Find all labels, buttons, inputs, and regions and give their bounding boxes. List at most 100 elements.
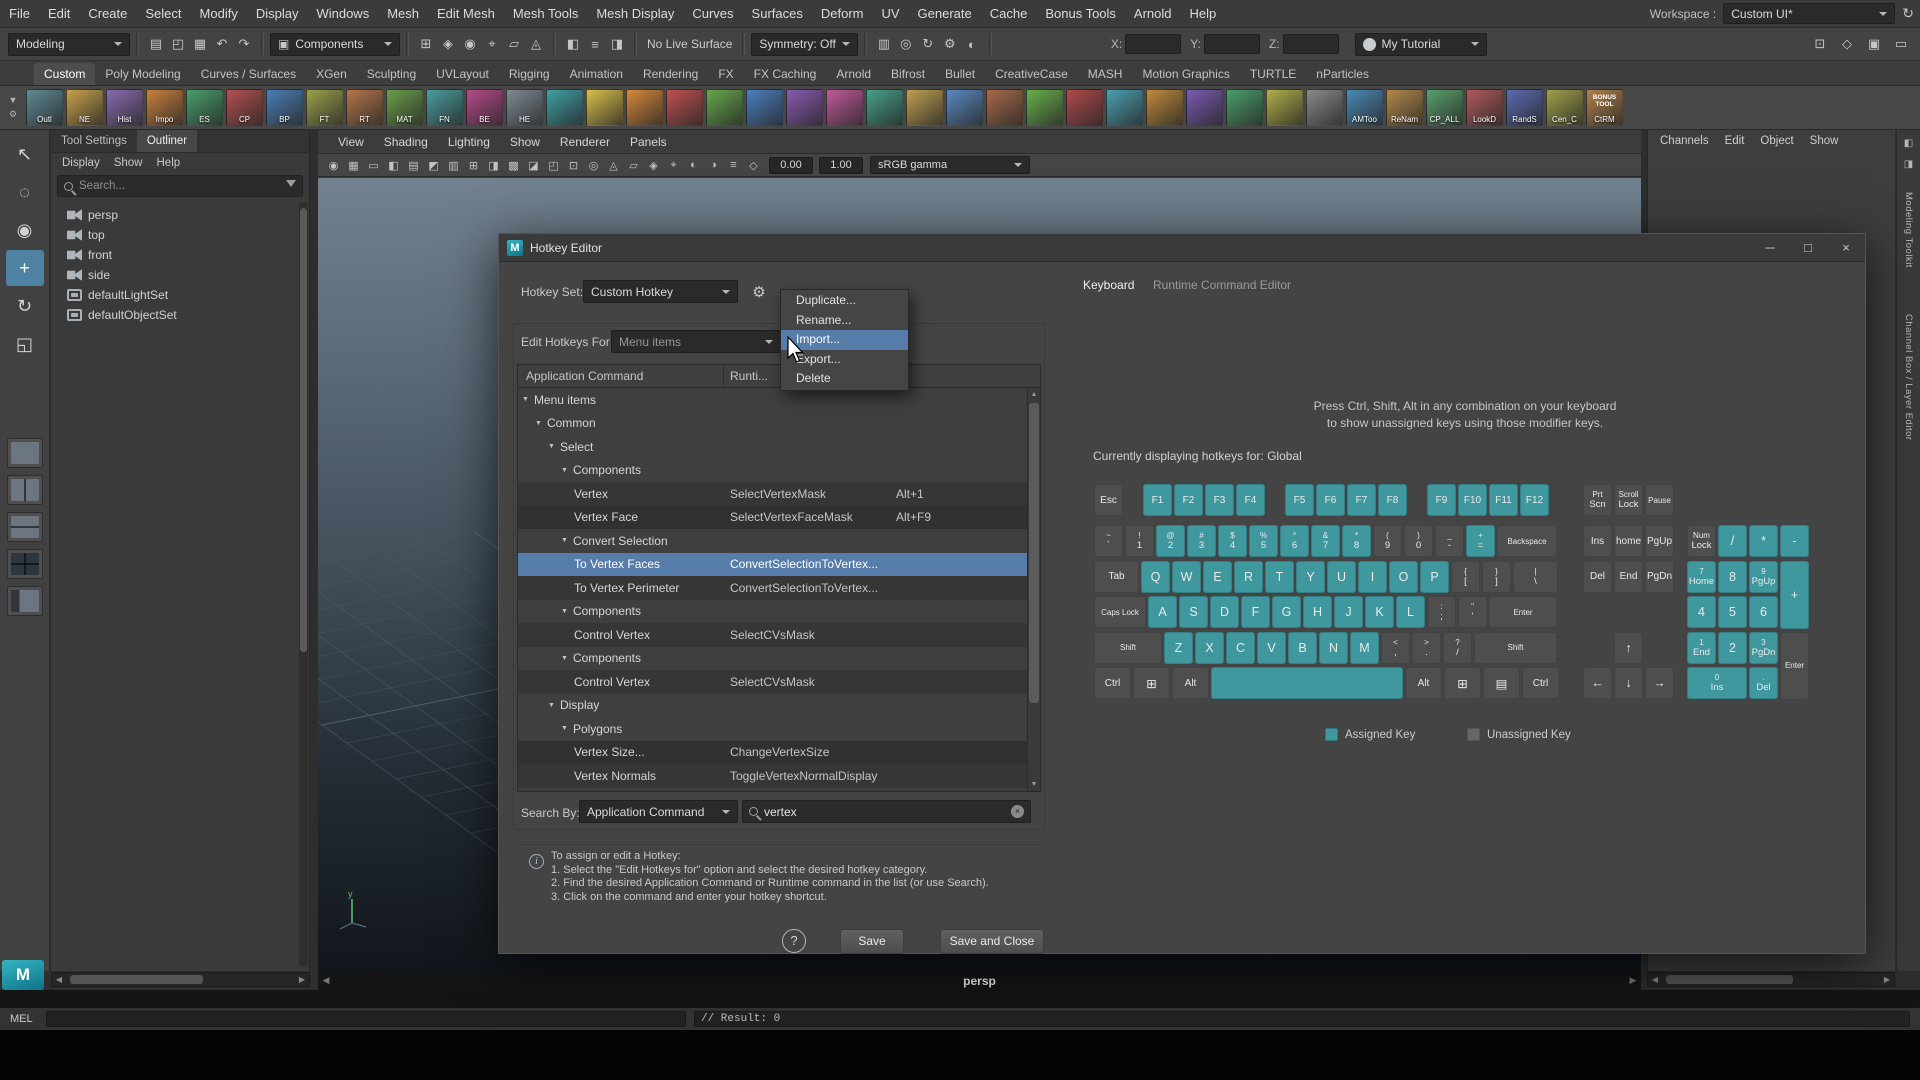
key-digit-8[interactable]: *8 <box>1342 525 1371 557</box>
show-polygons-icon[interactable]: ▣ <box>1863 33 1885 55</box>
key-m[interactable]: M <box>1350 632 1379 664</box>
key-u[interactable]: U <box>1327 561 1356 593</box>
show-hud-icon[interactable]: ▭ <box>1890 33 1912 55</box>
tab-outliner[interactable]: Outliner <box>137 130 197 152</box>
key-print-screen[interactable]: PrtScn <box>1583 484 1612 516</box>
select-camera-icon[interactable]: ◉ <box>324 156 343 174</box>
shelf-tab-animation[interactable]: Animation <box>560 63 633 85</box>
shelf-item-ft[interactable]: FT <box>306 89 343 126</box>
hotkey-row-components[interactable]: ▼Components <box>518 600 1027 624</box>
key-j[interactable]: J <box>1334 596 1363 628</box>
shelf-item-icon-20[interactable] <box>786 89 823 126</box>
live-surface-label[interactable]: No Live Surface <box>643 37 736 51</box>
shelf-item-icon-16[interactable] <box>626 89 663 126</box>
key-period[interactable]: >. <box>1412 632 1441 664</box>
hotkey-row-control-vertex[interactable]: Control VertexSelectCVsMask <box>518 623 1027 647</box>
show-grid-icon[interactable]: ⊡ <box>1809 33 1831 55</box>
shelf-tab-curves-surfaces[interactable]: Curves / Surfaces <box>191 63 306 85</box>
key-numpad-plus[interactable]: + <box>1780 561 1809 629</box>
key-arrow-up[interactable]: ↑ <box>1614 632 1643 664</box>
hotkey-row-polygons[interactable]: ▼Polygons <box>518 717 1027 741</box>
hotkey-row-components[interactable]: ▼Components <box>518 459 1027 483</box>
key-digit-1[interactable]: !1 <box>1125 525 1154 557</box>
workspace-dropdown[interactable]: Custom UI* <box>1723 3 1895 24</box>
shelf-item-icon-31[interactable] <box>1226 89 1263 126</box>
key-arrow-right[interactable]: → <box>1645 667 1674 699</box>
expand-arrow-icon[interactable]: ▼ <box>561 608 568 615</box>
side-tab-channel-box-layer-editor[interactable]: Channel Box / Layer Editor <box>1903 314 1914 441</box>
scroll-left-icon[interactable]: ◀ <box>1648 975 1662 984</box>
filter-icon[interactable] <box>286 180 296 192</box>
key-numpad-enter[interactable]: Enter <box>1780 632 1809 700</box>
edit-hotkeys-for-dropdown[interactable]: Menu items <box>611 330 781 353</box>
textured-icon[interactable]: ◈ <box>644 156 663 174</box>
channel-menu-channels[interactable]: Channels <box>1652 135 1717 147</box>
scroll-right-icon[interactable]: ▶ <box>1880 975 1894 984</box>
key-scroll-lock[interactable]: ScrollLock <box>1614 484 1643 516</box>
key-ins[interactable]: Ins <box>1583 525 1612 557</box>
shelf-item-cen-c[interactable]: Cen_C <box>1546 89 1583 126</box>
gear-menu-item-rename[interactable]: Rename... <box>781 311 908 331</box>
expand-arrow-icon[interactable]: ▼ <box>535 420 542 427</box>
outliner-item-persp[interactable]: persp <box>51 205 309 225</box>
sidebar-icon-b[interactable]: ◨ <box>1904 159 1913 170</box>
channel-box-horizontal-scrollbar[interactable]: ◀ ▶ <box>1647 972 1895 987</box>
key-z[interactable]: Z <box>1164 632 1193 664</box>
expand-arrow-icon[interactable]: ▼ <box>548 443 555 450</box>
scroll-left-icon[interactable]: ◀ <box>52 975 66 984</box>
close-button[interactable]: × <box>1827 234 1865 261</box>
key-f[interactable]: F <box>1241 596 1270 628</box>
gate-mask-icon[interactable]: ◨ <box>484 156 503 174</box>
hotkey-row-convert-selection[interactable]: ▼Convert Selection <box>518 529 1027 553</box>
key-r[interactable]: R <box>1234 561 1263 593</box>
key-c[interactable]: C <box>1226 632 1255 664</box>
axis-input-z[interactable] <box>1283 34 1339 54</box>
scroll-track[interactable] <box>66 973 295 986</box>
key-right-win[interactable]: ⊞ <box>1444 667 1481 699</box>
tutorial-dropdown[interactable]: My Tutorial <box>1355 33 1487 56</box>
menu-uv[interactable]: UV <box>872 0 908 27</box>
key-left-bracket[interactable]: {[ <box>1451 561 1480 593</box>
hotkey-row-vertex[interactable]: VertexSelectVertexMaskAlt+1 <box>518 482 1027 506</box>
viewport-menu-view[interactable]: View <box>328 135 374 149</box>
key-p[interactable]: P <box>1420 561 1449 593</box>
image-plane-icon[interactable]: ▭ <box>364 156 383 174</box>
safe-action-icon[interactable]: ◪ <box>524 156 543 174</box>
key-end[interactable]: End <box>1614 561 1643 593</box>
key-left-ctrl[interactable]: Ctrl <box>1094 667 1131 699</box>
menu-cache[interactable]: Cache <box>981 0 1037 27</box>
key-h[interactable]: H <box>1303 596 1332 628</box>
key-left-shift[interactable]: Shift <box>1094 632 1162 664</box>
outliner-vertical-scrollbar[interactable] <box>299 202 308 967</box>
key-semicolon[interactable]: :; <box>1427 596 1456 628</box>
shelf-item-mat[interactable]: MAT <box>386 89 423 126</box>
key-digit-0[interactable]: )0 <box>1404 525 1433 557</box>
outliner-menu-display[interactable]: Display <box>55 157 107 169</box>
menu-display[interactable]: Display <box>247 0 308 27</box>
key-right-alt[interactable]: Alt <box>1405 667 1442 699</box>
shelf-tab-nparticles[interactable]: nParticles <box>1306 63 1379 85</box>
shelf-item-icon-32[interactable] <box>1266 89 1303 126</box>
viewport-menu-shading[interactable]: Shading <box>374 135 438 149</box>
key-tab[interactable]: Tab <box>1094 561 1139 593</box>
menu-edit-mesh[interactable]: Edit Mesh <box>428 0 504 27</box>
outliner-item-defaultlightset[interactable]: defaultLightSet <box>51 285 309 305</box>
save-scene-icon[interactable]: ▦ <box>189 33 211 55</box>
shelf-item-ne[interactable]: NE <box>66 89 103 126</box>
outliner-horizontal-scrollbar[interactable]: ◀ ▶ <box>51 972 310 987</box>
hotkey-row-to-vertex-faces[interactable]: To Vertex FacesConvertSelectionToVertex.… <box>518 553 1027 577</box>
layout-preset-5[interactable] <box>7 586 43 616</box>
input-connections-icon[interactable]: ◧ <box>562 33 584 55</box>
expand-arrow-icon[interactable]: ▼ <box>561 725 568 732</box>
shelf-tab-bullet[interactable]: Bullet <box>935 63 985 85</box>
scroll-up-icon[interactable]: ▲ <box>1028 388 1040 401</box>
menu-generate[interactable]: Generate <box>909 0 981 27</box>
key-numpad-minus[interactable]: - <box>1780 525 1809 557</box>
shelf-item-fn[interactable]: FN <box>426 89 463 126</box>
snap-to-point-icon[interactable]: ◉ <box>459 33 481 55</box>
shelf-item-icon-30[interactable] <box>1186 89 1223 126</box>
frame-selection-icon[interactable]: ◎ <box>584 156 603 174</box>
column-application-command[interactable]: Application Command <box>518 365 724 387</box>
menu-windows[interactable]: Windows <box>307 0 378 27</box>
menu-deform[interactable]: Deform <box>812 0 873 27</box>
